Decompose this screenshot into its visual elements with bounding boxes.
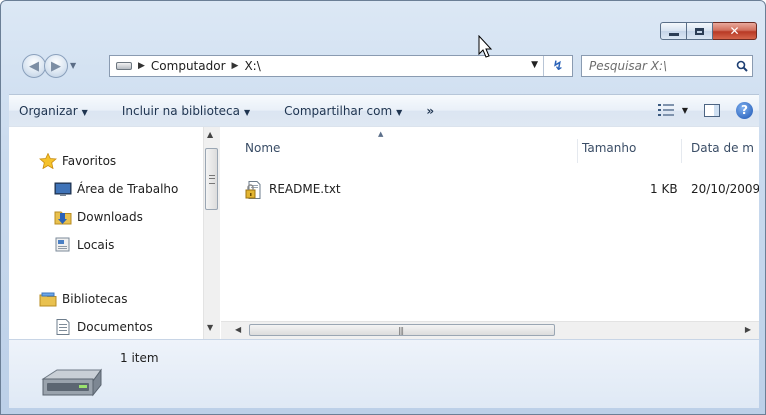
search-icon[interactable] [732,60,752,72]
navigation-vertical-scrollbar[interactable]: ▲ ▼ [203,127,220,340]
grip-icon [209,175,215,184]
breadcrumb-separator-icon[interactable]: ▶ [138,61,145,71]
search-box[interactable]: Pesquisar X:\ [581,55,753,77]
share-with-menu[interactable]: Compartilhar com ▼ [274,104,412,118]
column-divider[interactable] [577,139,578,163]
nav-downloads[interactable]: Downloads [54,207,143,227]
breadcrumb-computer[interactable]: Computador [151,59,226,73]
help-icon: ? [741,103,748,117]
nav-desktop-label: Área de Trabalho [77,182,179,196]
organize-menu[interactable]: Organizar ▼ [9,104,98,118]
preview-pane-button[interactable] [704,103,720,117]
column-divider[interactable] [681,139,682,163]
recent-places-icon [55,237,70,252]
file-name[interactable]: README.txt [269,182,341,196]
back-button[interactable]: ◀ [22,54,46,78]
column-header-name[interactable]: Nome [245,141,280,155]
minimize-icon [668,32,679,36]
forward-arrow-icon: ▶ [51,58,61,74]
scroll-thumb[interactable] [205,148,218,210]
title-bar[interactable]: ✕ [1,1,765,47]
chevron-down-icon: ▼ [243,107,251,117]
file-list-horizontal-scrollbar[interactable]: ◀ ||| ▶ [221,321,759,339]
caption-buttons: ✕ [660,22,757,40]
nav-documents[interactable]: Documentos [54,317,153,337]
scroll-right-arrow-icon[interactable]: ▶ [745,325,751,334]
breadcrumb-drive-x[interactable]: X:\ [244,59,260,73]
scroll-thumb[interactable]: ||| [249,324,555,336]
include-library-menu[interactable]: Incluir na biblioteca ▼ [112,104,260,118]
file-size: 1 KB [650,182,678,196]
details-pane: 1 item [9,339,759,408]
navigation-pane: Favoritos Área de Trabalho Downloads Loc… [9,127,210,340]
nav-favorites-label: Favoritos [62,154,117,168]
nav-downloads-label: Downloads [77,210,143,224]
share-with-label: Compartilhar com [284,103,393,118]
maximize-button[interactable] [687,22,713,40]
toolbar-right: ▼ ? [657,95,759,125]
scroll-left-arrow-icon[interactable]: ◀ [235,325,241,334]
nav-favorites[interactable]: Favoritos [39,151,116,171]
mouse-cursor-icon [478,35,493,58]
help-button[interactable]: ? [736,101,753,119]
locked-text-file-icon [245,181,261,199]
column-header-date[interactable]: Data de m [691,141,754,155]
nav-recent-places[interactable]: Locais [54,235,114,255]
nav-libraries[interactable]: Bibliotecas [39,289,127,309]
sort-ascending-icon: ▲ [378,130,384,138]
file-list: ▲ Nome Tamanho Data de m README.txt 1 KB… [221,127,759,340]
chevron-down-icon: ▼ [681,105,688,115]
content-area: Favoritos Área de Trabalho Downloads Loc… [9,126,759,340]
chevron-down-icon: ▼ [81,107,88,117]
chevron-down-icon: ▼ [396,107,403,117]
nav-documents-label: Documentos [77,320,153,334]
view-details-icon [657,104,674,116]
address-bar[interactable]: ▶ Computador ▶ X:\ ▼ ↯ [109,55,573,77]
organize-label: Organizar [19,103,78,118]
minimize-button[interactable] [660,22,687,40]
file-row[interactable]: README.txt 1 KB 20/10/2009 [245,181,759,199]
documents-icon [56,319,70,335]
libraries-icon [39,292,57,307]
include-library-label: Incluir na biblioteca [121,103,240,118]
command-bar: Organizar ▼ Incluir na biblioteca ▼ Compar… [9,94,759,126]
explorer-window: ✕ ◀ ▶ ▼ ▶ Computador ▶ X:\ ▼ ↯ Pesquisar… [0,0,766,415]
column-header-size[interactable]: Tamanho [582,141,636,155]
drive-icon [116,62,132,70]
nav-libraries-label: Bibliotecas [62,292,128,306]
change-view-button[interactable]: ▼ [657,104,688,116]
close-icon: ✕ [729,24,740,38]
hard-drive-icon [41,368,102,397]
item-count: 1 item [120,351,159,365]
refresh-button[interactable]: ↯ [543,56,572,76]
nav-desktop[interactable]: Área de Trabalho [54,179,178,199]
nav-recent-places-label: Locais [77,238,115,252]
file-date: 20/10/2009 [691,182,759,196]
desktop-icon [54,182,72,196]
search-placeholder[interactable]: Pesquisar X:\ [582,59,732,73]
navigation-row: ◀ ▶ ▼ ▶ Computador ▶ X:\ ▼ ↯ Pesquisar X… [1,51,765,81]
back-arrow-icon: ◀ [29,58,39,74]
more-commands-button[interactable]: » [426,104,434,118]
recent-pages-dropdown[interactable]: ▼ [70,61,76,70]
scroll-up-arrow-icon[interactable]: ▲ [207,130,213,139]
refresh-icon: ↯ [552,58,564,74]
grip-icon: ||| [398,326,404,335]
breadcrumb-separator-icon[interactable]: ▶ [232,61,239,71]
close-button[interactable]: ✕ [713,22,757,40]
downloads-folder-icon [54,211,72,225]
scroll-down-arrow-icon[interactable]: ▼ [207,323,213,332]
forward-button[interactable]: ▶ [44,54,68,78]
address-history-dropdown[interactable]: ▼ [531,60,538,70]
maximize-icon [695,27,704,35]
star-icon [39,153,57,169]
